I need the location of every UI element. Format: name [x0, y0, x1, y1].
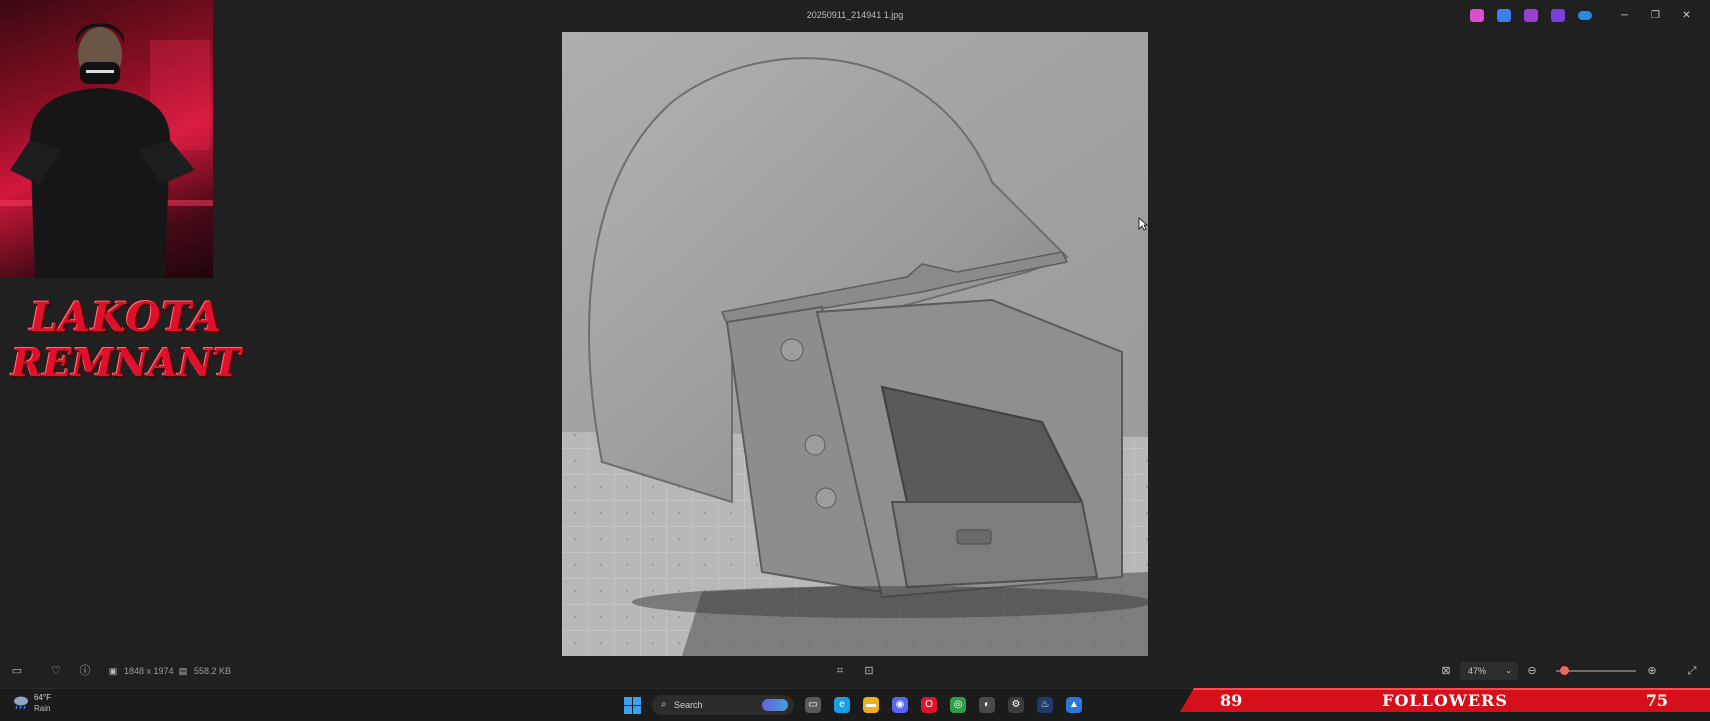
video-editor-icon[interactable] — [1551, 9, 1565, 22]
edit-image-icon[interactable]: ⊡ — [862, 663, 876, 677]
photos-icon[interactable]: ▲ — [1066, 697, 1082, 713]
copilot-icon[interactable] — [1470, 9, 1484, 22]
discord-icon[interactable]: ◉ — [892, 697, 908, 713]
onedrive-icon[interactable] — [1578, 11, 1592, 20]
photo-canvas[interactable] — [562, 32, 1148, 656]
windows-start-icon[interactable] — [624, 697, 641, 714]
image-size-icon: ▣ — [108, 666, 118, 676]
image-dimensions: 1848 x 1974 — [124, 666, 174, 676]
zoom-level: 47% — [1468, 666, 1487, 676]
chrome-icon[interactable]: ◎ — [950, 697, 966, 713]
weather-condition: Rain — [34, 704, 51, 713]
weather-temperature: 64°F — [34, 693, 51, 702]
maximize-button[interactable]: ❐ — [1640, 8, 1671, 24]
favorite-heart-icon[interactable]: ♡ — [49, 663, 63, 677]
zoom-in-icon[interactable]: ⊕ — [1645, 663, 1659, 677]
minimize-button[interactable]: ─ — [1609, 8, 1640, 24]
search-icon: ⌕ — [661, 699, 667, 710]
fullscreen-icon[interactable]: ⤢ — [1685, 663, 1699, 677]
window-title: 20250911_214941 1.jpg — [806, 10, 904, 20]
crop-icon[interactable]: ⌗ — [833, 663, 847, 677]
weather-widget[interactable]: 64°F Rain — [12, 693, 51, 716]
designer-icon[interactable] — [1497, 9, 1511, 22]
streamer-figure — [0, 23, 213, 278]
title-bar: 20250911_214941 1.jpg ─ ❐ ✕ — [0, 0, 1710, 32]
obs-icon[interactable]: ◐ — [979, 697, 995, 713]
zoom-level-dropdown[interactable]: 47% ⌄ — [1460, 662, 1518, 680]
clipchamp-icon[interactable] — [1524, 9, 1538, 22]
followers-count-right: 75 — [1645, 691, 1668, 710]
viewer-toolbar: ▭ ♡ ⓘ ▣ 1848 x 1974 ▤ 558.2 KB ⌗ ⊡ ⊠ 47%… — [0, 656, 1710, 688]
title-app-icons — [1470, 9, 1592, 22]
logo-text-line2: REMNANT — [11, 340, 241, 385]
window-controls: ─ ❐ ✕ — [1609, 8, 1702, 24]
fit-to-window-icon[interactable]: ⊠ — [1439, 663, 1453, 677]
chevron-down-icon: ⌄ — [1505, 666, 1512, 675]
file-size: 558.2 KB — [194, 666, 232, 676]
filmstrip-icon[interactable]: ▭ — [10, 663, 24, 677]
search-label: Search — [674, 700, 703, 710]
opera-icon[interactable]: O — [921, 697, 937, 713]
channel-logo: LAKOTA REMNANT — [6, 282, 246, 432]
info-icon[interactable]: ⓘ — [78, 663, 92, 677]
taskbar-search[interactable]: ⌕ Search — [652, 695, 794, 715]
zoom-slider-thumb[interactable] — [1559, 666, 1569, 675]
helmet-photo — [562, 32, 1148, 656]
edge-icon[interactable]: e — [834, 697, 850, 713]
webcam-overlay — [0, 0, 213, 278]
task-view-icon[interactable]: ▭ — [805, 697, 821, 713]
rain-cloud-icon — [14, 696, 28, 710]
close-button[interactable]: ✕ — [1671, 8, 1702, 24]
file-explorer-icon[interactable]: ▬ — [863, 697, 879, 713]
file-size-icon: ▤ — [178, 666, 188, 676]
settings-icon[interactable]: ⚙ — [1008, 697, 1024, 713]
search-highlight-icon — [762, 699, 788, 711]
steam-icon[interactable]: ♨ — [1037, 697, 1053, 713]
followers-label: FOLLOWERS — [1382, 691, 1508, 710]
followers-banner: 89 FOLLOWERS 75 — [1180, 688, 1710, 712]
mouse-cursor-icon — [1138, 217, 1148, 231]
logo-text-line1: LAKOTA — [29, 294, 223, 341]
zoom-out-icon[interactable]: ⊖ — [1525, 663, 1539, 677]
